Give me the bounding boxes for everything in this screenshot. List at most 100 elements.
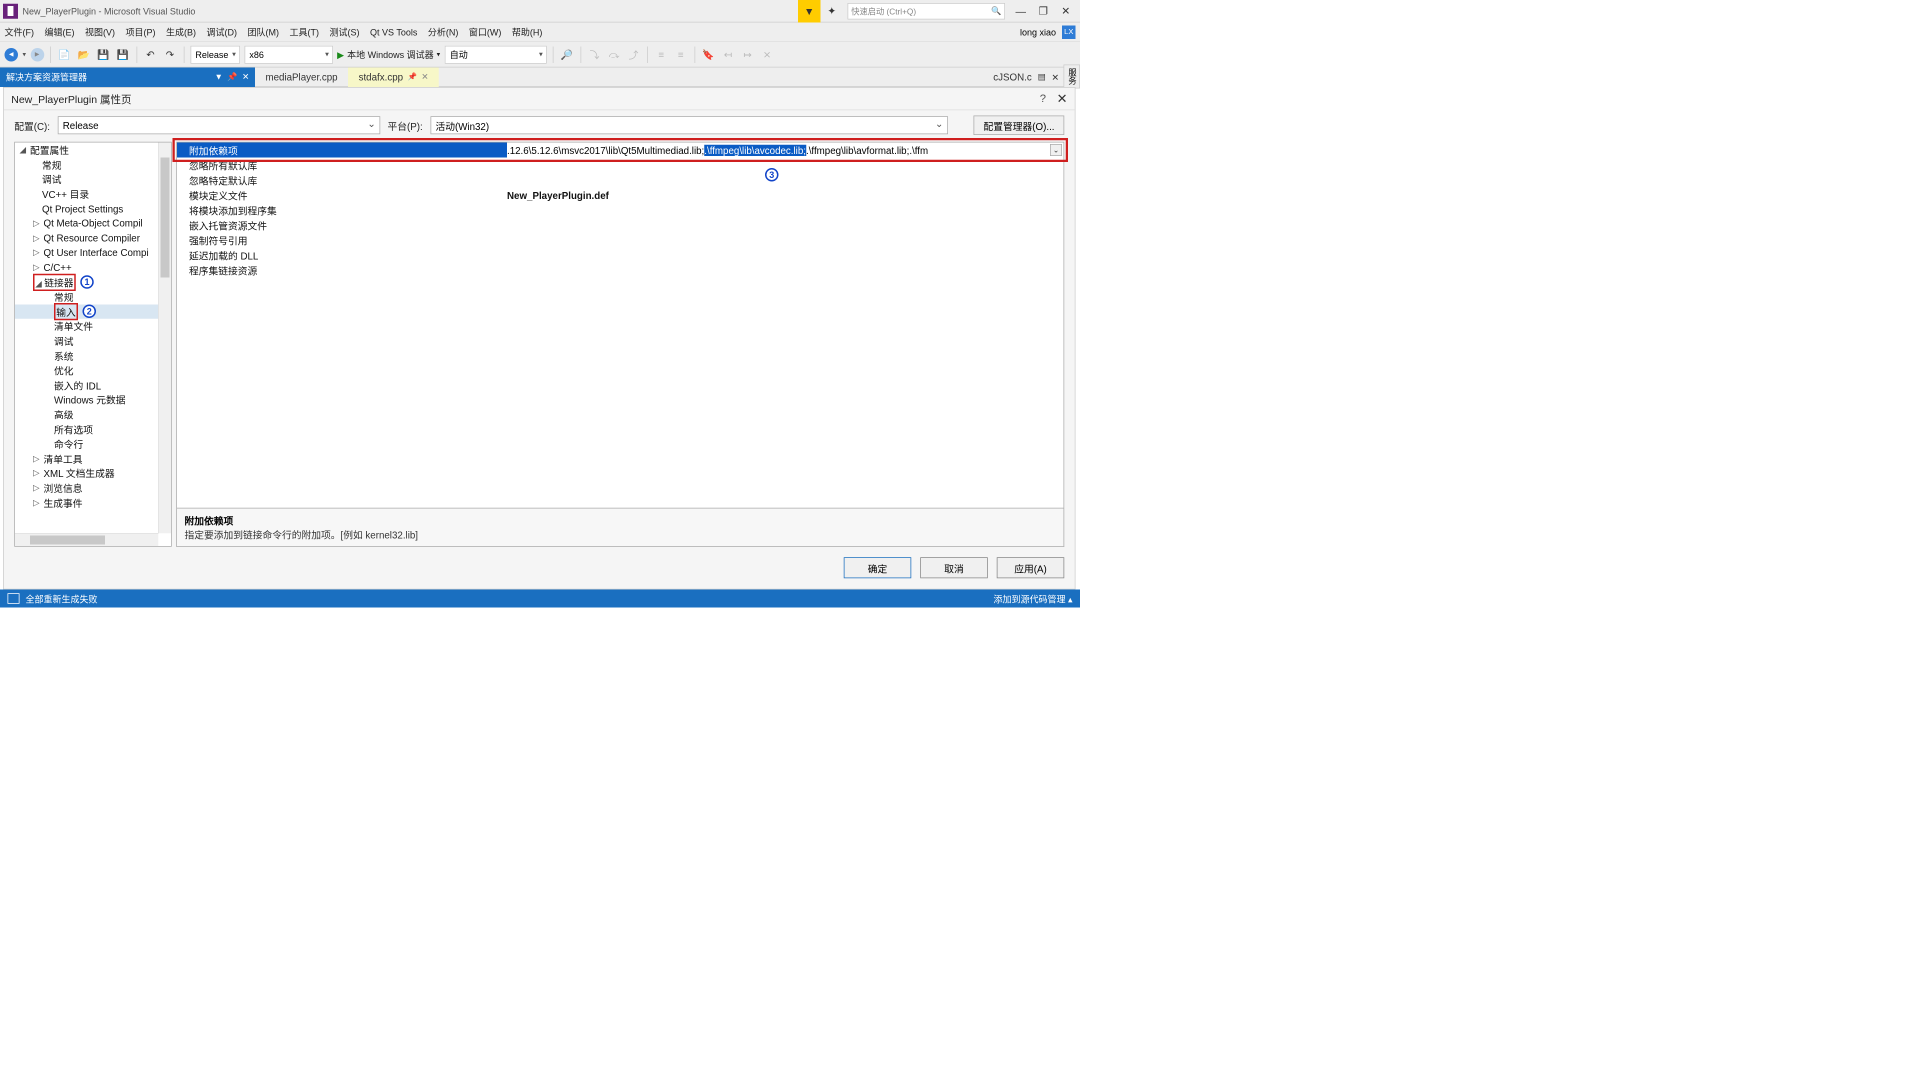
tree-node-linker-system[interactable]: 系统 — [15, 348, 158, 363]
grid-row-delay-load[interactable]: 延迟加载的 DLL — [177, 248, 1064, 263]
grid-row-force-symbol[interactable]: 强制符号引用 — [177, 233, 1064, 248]
solution-explorer-tab[interactable]: 解决方案资源管理器 ▼ 📌 ✕ — [0, 67, 255, 87]
nav-forward-icon[interactable]: ► — [30, 48, 44, 62]
save-icon[interactable]: 💾 — [96, 47, 111, 62]
pin-icon[interactable]: 📌 — [227, 72, 237, 82]
config-manager-button[interactable]: 配置管理器(O)... — [974, 116, 1064, 136]
quick-launch-input[interactable]: 快速启动 (Ctrl+Q) 🔍 — [848, 3, 1006, 20]
restore-button[interactable]: ❐ — [1032, 0, 1055, 22]
platform-combo[interactable]: 活动(Win32) — [430, 116, 948, 134]
tree-node-manifest-tool[interactable]: ▷清单工具 — [15, 451, 158, 466]
source-control-button[interactable]: 添加到源代码管理 ▴ — [993, 592, 1072, 605]
property-tree[interactable]: ◢配置属性 常规 调试 VC++ 目录 Qt Project Settings … — [14, 142, 172, 547]
menu-view[interactable]: 视图(V) — [85, 26, 115, 39]
menu-help[interactable]: 帮助(H) — [512, 26, 543, 39]
solution-config-combo[interactable]: Release — [190, 45, 240, 63]
pin-icon[interactable]: 📌 — [408, 73, 417, 81]
tree-node-linker-all[interactable]: 所有选项 — [15, 422, 158, 437]
tree-node-linker-winmd[interactable]: Windows 元数据 — [15, 392, 158, 407]
status-bar: 全部重新生成失败 添加到源代码管理 ▴ — [0, 590, 1080, 608]
tree-node-config-props[interactable]: ◢配置属性 — [15, 143, 158, 158]
menu-test[interactable]: 测试(S) — [329, 26, 359, 39]
tree-node-linker[interactable]: ◢链接器1 — [15, 275, 158, 290]
ok-button[interactable]: 确定 — [844, 557, 912, 578]
menu-edit[interactable]: 编辑(E) — [44, 26, 74, 39]
start-debug-button[interactable]: ▶本地 Windows 调试器▾ — [337, 48, 440, 61]
document-tab-strip: 解决方案资源管理器 ▼ 📌 ✕ mediaPlayer.cpp stdafx.c… — [0, 68, 1080, 88]
side-tab-services[interactable]: 服务 — [1064, 65, 1081, 89]
close-icon[interactable]: ✕ — [421, 72, 428, 82]
nav-back-icon[interactable]: ◄ — [5, 48, 19, 62]
tree-node-linker-debug[interactable]: 调试 — [15, 334, 158, 349]
step-over-icon: ⤼ — [606, 47, 621, 62]
undo-icon[interactable]: ↶ — [143, 47, 158, 62]
notifications-flag-icon[interactable]: ▼ — [798, 0, 821, 22]
tree-node-build-events[interactable]: ▷生成事件 — [15, 495, 158, 510]
title-bar: ▐▌ New_PlayerPlugin - Microsoft Visual S… — [0, 0, 1080, 23]
tree-node-linker-adv[interactable]: 高级 — [15, 407, 158, 422]
tree-horizontal-scrollbar[interactable] — [15, 533, 158, 546]
auto-combo[interactable]: 自动 — [444, 45, 546, 63]
find-in-files-icon[interactable]: 🔎 — [559, 47, 574, 62]
feedback-icon[interactable]: ✦ — [821, 0, 844, 22]
tree-node-xmldoc[interactable]: ▷XML 文档生成器 — [15, 466, 158, 481]
grid-row-ignore-specific[interactable]: 忽略特定默认库 — [177, 173, 1064, 188]
close-button[interactable]: ✕ — [1055, 0, 1078, 22]
cancel-button[interactable]: 取消 — [920, 557, 988, 578]
tree-node-general[interactable]: 常规 — [15, 157, 158, 172]
tab-stdafx[interactable]: stdafx.cpp 📌 ✕ — [348, 67, 439, 87]
dropdown-icon[interactable]: ⌄ — [1050, 144, 1062, 156]
main-toolbar: ◄ ▾ ► 📄 📂 💾 💾 ↶ ↷ Release x86 ▶本地 Window… — [0, 42, 1080, 68]
help-icon[interactable]: ? — [1040, 92, 1046, 105]
tree-node-qt-moc[interactable]: ▷Qt Meta-Object Compil — [15, 216, 158, 231]
grid-row-add-module[interactable]: 将模块添加到程序集 — [177, 203, 1064, 218]
minimize-button[interactable]: — — [1010, 0, 1033, 22]
tree-node-debug[interactable]: 调试 — [15, 172, 158, 187]
user-name-label[interactable]: long xiao — [1020, 27, 1056, 38]
tree-node-linker-idl[interactable]: 嵌入的 IDL — [15, 378, 158, 393]
grid-row-module-def[interactable]: 模块定义文件New_PlayerPlugin.def — [177, 188, 1064, 203]
tree-node-linker-input[interactable]: 输入2 — [15, 304, 158, 319]
tree-node-vcdirs[interactable]: VC++ 目录 — [15, 187, 158, 202]
menu-window[interactable]: 窗口(W) — [469, 26, 501, 39]
bookmark-next-icon: ↦ — [740, 47, 755, 62]
menu-project[interactable]: 项目(P) — [125, 26, 155, 39]
grid-row-embed-managed[interactable]: 嵌入托管资源文件 — [177, 218, 1064, 233]
tree-node-browse[interactable]: ▷浏览信息 — [15, 480, 158, 495]
menu-team[interactable]: 团队(M) — [248, 26, 280, 39]
tab-mediaplayer[interactable]: mediaPlayer.cpp — [255, 67, 348, 87]
tab-cjson[interactable]: cJSON.c — [993, 71, 1031, 82]
grid-row-additional-deps[interactable]: 附加依赖项 .12.6\5.12.6\msvc2017\lib\Qt5Multi… — [177, 143, 1064, 158]
solution-platform-combo[interactable]: x86 — [244, 45, 333, 63]
menu-analyze[interactable]: 分析(N) — [428, 26, 459, 39]
tree-node-qt-uic[interactable]: ▷Qt User Interface Compi — [15, 245, 158, 260]
apply-button[interactable]: 应用(A) — [997, 557, 1065, 578]
save-all-icon[interactable]: 💾 — [115, 47, 130, 62]
dialog-close-button[interactable]: ✕ — [1057, 91, 1068, 106]
tree-node-linker-cmd[interactable]: 命令行 — [15, 436, 158, 451]
menu-qt[interactable]: Qt VS Tools — [370, 27, 417, 38]
tree-node-linker-manifest[interactable]: 清单文件 — [15, 319, 158, 334]
grid-row-asm-link[interactable]: 程序集链接资源 — [177, 263, 1064, 278]
grid-row-ignore-all-default[interactable]: 忽略所有默认库 — [177, 158, 1064, 173]
bookmark-icon[interactable]: 🔖 — [701, 47, 716, 62]
quick-launch-placeholder: 快速启动 (Ctrl+Q) — [851, 5, 916, 17]
menu-build[interactable]: 生成(B) — [166, 26, 196, 39]
redo-icon[interactable]: ↷ — [162, 47, 177, 62]
dropdown-icon[interactable]: ▼ — [215, 72, 223, 81]
close-icon[interactable]: ✕ — [1052, 72, 1060, 83]
menu-file[interactable]: 文件(F) — [5, 26, 34, 39]
overflow-icon[interactable]: ▤ — [1038, 72, 1046, 82]
user-avatar[interactable]: LX — [1062, 25, 1076, 39]
open-file-icon[interactable]: 📂 — [76, 47, 91, 62]
new-project-icon[interactable]: 📄 — [57, 47, 72, 62]
close-icon[interactable]: ✕ — [242, 72, 249, 82]
tree-node-linker-general[interactable]: 常规 — [15, 289, 158, 304]
tree-vertical-scrollbar[interactable] — [158, 143, 171, 534]
menu-debug[interactable]: 调试(D) — [206, 26, 237, 39]
tree-node-linker-opt[interactable]: 优化 — [15, 363, 158, 378]
tree-node-qt-rcc[interactable]: ▷Qt Resource Compiler — [15, 231, 158, 246]
menu-tools[interactable]: 工具(T) — [290, 26, 319, 39]
config-combo[interactable]: Release — [58, 116, 381, 134]
tree-node-qt-project[interactable]: Qt Project Settings — [15, 201, 158, 216]
